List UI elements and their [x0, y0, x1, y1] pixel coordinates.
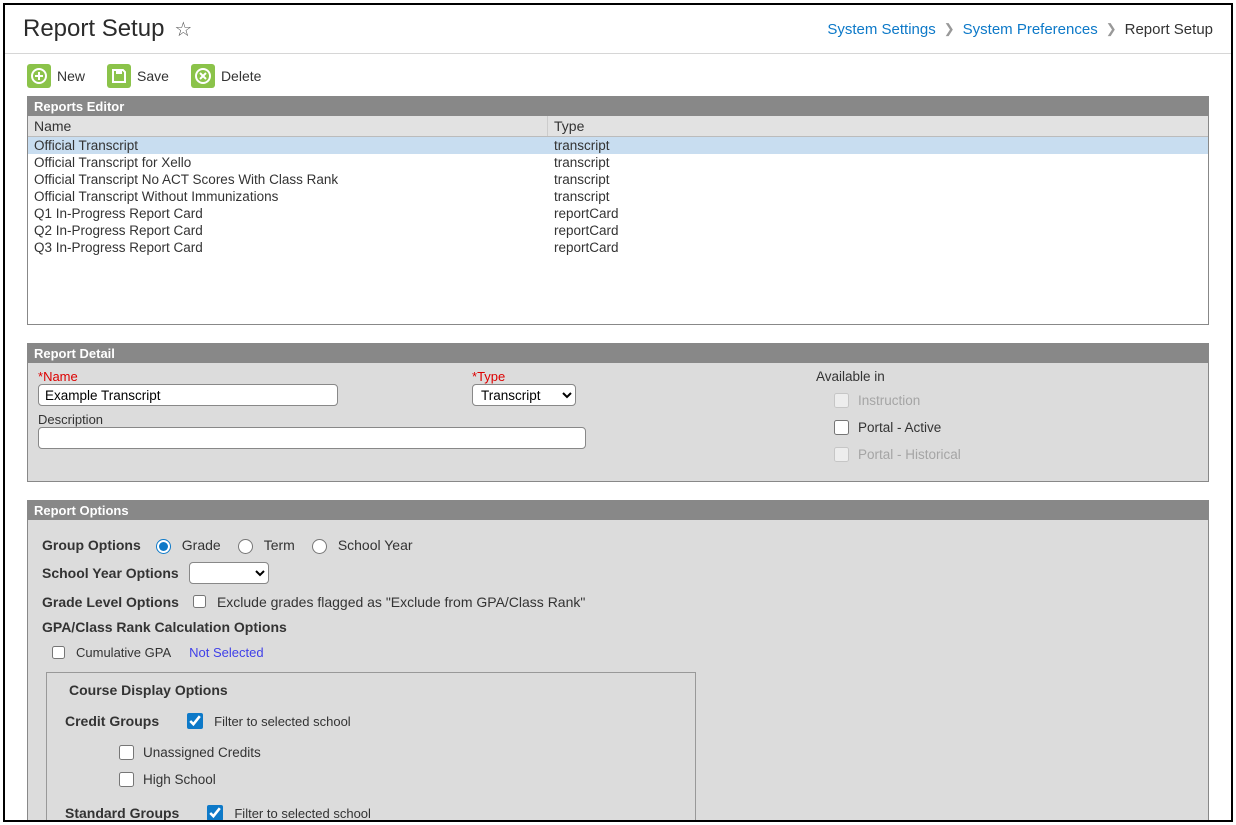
- credit-filter-label: Filter to selected school: [214, 714, 351, 729]
- grade-level-options-label: Grade Level Options: [42, 594, 179, 610]
- group-year-label: School Year: [338, 537, 413, 553]
- plus-icon: [27, 64, 51, 88]
- description-label: Description: [38, 412, 448, 427]
- delete-label: Delete: [221, 68, 261, 84]
- credit-filter-checkbox[interactable]: [187, 713, 203, 729]
- new-label: New: [57, 68, 85, 84]
- group-term-label: Term: [264, 537, 295, 553]
- credit-groups-label: Credit Groups: [65, 713, 159, 729]
- course-display-legend: Course Display Options: [65, 682, 232, 698]
- school-year-select[interactable]: [189, 562, 269, 584]
- high-school-checkbox[interactable]: [119, 772, 134, 787]
- standard-groups-label: Standard Groups: [65, 805, 179, 821]
- table-row[interactable]: Q3 In-Progress Report CardreportCard: [28, 239, 1208, 256]
- chevron-right-icon: ❯: [1106, 21, 1117, 37]
- type-select[interactable]: Transcript: [472, 384, 576, 406]
- col-header-name[interactable]: Name: [28, 116, 548, 136]
- table-row[interactable]: Q1 In-Progress Report CardreportCard: [28, 205, 1208, 222]
- save-button[interactable]: Save: [107, 64, 169, 88]
- save-label: Save: [137, 68, 169, 84]
- reports-grid[interactable]: Official TranscripttranscriptOfficial Tr…: [28, 137, 1208, 324]
- not-selected-label: Not Selected: [189, 645, 263, 660]
- standard-filter-label: Filter to selected school: [234, 806, 371, 821]
- chevron-right-icon: ❯: [944, 21, 955, 37]
- delete-icon: [191, 64, 215, 88]
- unassigned-credits-checkbox[interactable]: [119, 745, 134, 760]
- gpa-calc-options-label: GPA/Class Rank Calculation Options: [42, 619, 287, 635]
- report-options-header: Report Options: [28, 501, 1208, 520]
- instruction-label: Instruction: [858, 393, 920, 408]
- portal-historical-checkbox: [834, 447, 849, 462]
- breadcrumb-system-preferences[interactable]: System Preferences: [963, 21, 1098, 38]
- group-grade-label: Grade: [182, 537, 221, 553]
- type-label: Type: [477, 369, 505, 384]
- standard-filter-checkbox[interactable]: [207, 805, 223, 821]
- portal-active-label: Portal - Active: [858, 420, 941, 435]
- group-grade-radio[interactable]: [156, 539, 171, 554]
- breadcrumb: System Settings ❯ System Preferences ❯ R…: [827, 21, 1213, 38]
- high-school-label: High School: [143, 772, 216, 787]
- table-row[interactable]: Official Transcript for Xellotranscript: [28, 154, 1208, 171]
- table-row[interactable]: Official Transcript No ACT Scores With C…: [28, 171, 1208, 188]
- breadcrumb-current: Report Setup: [1125, 21, 1213, 38]
- table-row[interactable]: Q2 In-Progress Report CardreportCard: [28, 222, 1208, 239]
- portal-active-checkbox[interactable]: [834, 420, 849, 435]
- exclude-grades-checkbox[interactable]: [193, 595, 206, 608]
- school-year-options-label: School Year Options: [42, 565, 179, 581]
- col-header-type[interactable]: Type: [548, 116, 968, 136]
- favorite-star-icon[interactable]: ☆: [174, 17, 192, 42]
- portal-historical-label: Portal - Historical: [858, 447, 961, 462]
- new-button[interactable]: New: [27, 64, 85, 88]
- group-year-radio[interactable]: [312, 539, 327, 554]
- group-options-label: Group Options: [42, 537, 141, 553]
- cumulative-gpa-checkbox[interactable]: [52, 646, 65, 659]
- save-icon: [107, 64, 131, 88]
- table-row[interactable]: Official Transcripttranscript: [28, 137, 1208, 154]
- cumulative-gpa-label: Cumulative GPA: [76, 645, 171, 660]
- group-term-radio[interactable]: [238, 539, 253, 554]
- page-title: Report Setup: [23, 15, 164, 43]
- delete-button[interactable]: Delete: [191, 64, 261, 88]
- unassigned-credits-label: Unassigned Credits: [143, 745, 261, 760]
- name-input[interactable]: [38, 384, 338, 406]
- name-label: Name: [43, 369, 78, 384]
- instruction-checkbox: [834, 393, 849, 408]
- available-in-label: Available in: [816, 369, 1198, 384]
- breadcrumb-system-settings[interactable]: System Settings: [827, 21, 935, 38]
- report-detail-header: Report Detail: [28, 344, 1208, 363]
- reports-editor-header: Reports Editor: [28, 97, 1208, 116]
- table-row[interactable]: Official Transcript Without Immunization…: [28, 188, 1208, 205]
- exclude-grades-label: Exclude grades flagged as "Exclude from …: [217, 594, 585, 610]
